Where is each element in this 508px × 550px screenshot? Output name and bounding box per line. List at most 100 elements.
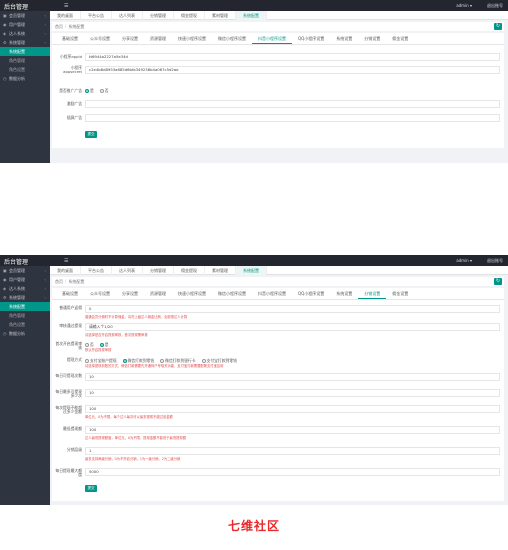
config-tab[interactable]: 公众号设置 (84, 288, 116, 299)
page-tab[interactable]: 素材管理 (205, 11, 236, 20)
config-tab[interactable]: 资源管理 (144, 33, 172, 44)
page-tabs: 我的桌面 平台公告 达人列表 分销管理 佣金提现 素材管理 系统配置 (50, 11, 508, 20)
sidebar-item-icon: ◉ (3, 22, 7, 27)
sidebar-item[interactable]: ▣ 会员管理 ‹ (0, 11, 50, 20)
sidebar-item[interactable]: ◈ 达人系统 ‹ (0, 284, 50, 293)
config-tab[interactable]: 抖音小程序设置 (252, 33, 292, 44)
form-input[interactable]: 10 (85, 373, 500, 381)
refresh-icon[interactable]: ↻ (494, 23, 502, 30)
config-tab[interactable]: 系统设置 (330, 288, 358, 299)
form-input[interactable]: 100 (85, 426, 500, 434)
page-tab[interactable]: 系统配置 (236, 266, 267, 275)
sidebar-item[interactable]: ⚙ 系统管理 ‹ (0, 38, 50, 47)
config-tab[interactable]: 微信小程序设置 (212, 288, 252, 299)
page-tab[interactable]: 分销管理 (143, 11, 174, 20)
page-tab[interactable]: 达人列表 (112, 266, 143, 275)
form-input[interactable]: 10 (85, 389, 500, 397)
sidebar-item[interactable]: 角色设置 (0, 65, 50, 74)
page-tab[interactable]: 平台公告 (81, 266, 112, 275)
page-tab[interactable]: 分销管理 (143, 266, 174, 275)
sidebar-item[interactable]: 角色设置 (0, 320, 50, 329)
sidebar-item-label: 用户管理 (9, 21, 25, 27)
config-tab[interactable]: 佣金设置 (386, 288, 414, 299)
page-tab[interactable]: 素材管理 (205, 266, 236, 275)
watermark: 七维社区 (227, 519, 280, 533)
chevron-icon: ‹ (44, 22, 46, 27)
breadcrumb-separator: / (65, 24, 67, 29)
sidebar-item[interactable]: ◉ 用户管理 ‹ (0, 275, 50, 284)
config-tab[interactable]: 资源管理 (144, 288, 172, 299)
config-tab[interactable]: QQ小程序设置 (292, 33, 330, 44)
page-tab[interactable]: 我的桌面 (50, 11, 81, 20)
breadcrumb-home[interactable]: 首页 (55, 279, 63, 285)
sidebar-item-icon: ◉ (3, 277, 7, 282)
config-tab[interactable]: 基础设置 (56, 33, 84, 44)
chevron-icon: ‹ (44, 13, 46, 18)
page-tab[interactable]: 平台公告 (81, 11, 112, 20)
config-tab[interactable]: 基础设置 (56, 288, 84, 299)
submit-button[interactable]: 提交 (85, 485, 97, 492)
form-input[interactable]: 0 (85, 305, 500, 313)
radio-yes[interactable]: 是 (85, 88, 94, 94)
sidebar-item[interactable]: ◷ 数据分析 (0, 329, 50, 338)
page-tab[interactable]: 佣金提现 (174, 11, 205, 20)
interstitial-ad-input[interactable] (85, 114, 500, 122)
menu-toggle-icon[interactable]: ☰ (64, 3, 68, 9)
config-tab[interactable]: 分销设置 (358, 288, 387, 299)
appsecret-input[interactable]: c2e4b8d8953a685d6bfa349238b4a067c5d2ae (85, 66, 500, 74)
breadcrumb-home[interactable]: 首页 (55, 24, 63, 30)
appid-input[interactable]: tt6944a2227a5e34d (85, 53, 500, 61)
logout-link[interactable]: 退出账号 (487, 258, 503, 264)
field-label: 提现方式 (66, 357, 82, 362)
config-tab[interactable]: 系统设置 (330, 33, 358, 44)
form-input[interactable]: 5000 (85, 468, 500, 476)
config-tab[interactable]: 微信小程序设置 (212, 33, 252, 44)
sidebar-item[interactable]: ◉ 用户管理 ‹ (0, 20, 50, 29)
field-label: 首次开启提现审核 (55, 341, 82, 350)
radio-no[interactable]: 否 (99, 88, 109, 94)
config-tab[interactable]: 抖音小程序设置 (252, 288, 292, 299)
config-tab[interactable]: 佣金设置 (386, 33, 414, 44)
top-bar: 后台管理 ☰ admin ▾ 退出账号 (0, 0, 508, 11)
reward-ad-input[interactable] (85, 100, 500, 108)
config-tab[interactable]: 公众号设置 (84, 33, 116, 44)
form-input[interactable]: 100 (85, 405, 500, 413)
sidebar-item[interactable]: ◈ 达人系统 ‹ (0, 29, 50, 38)
config-tab[interactable]: 分享设置 (116, 33, 144, 44)
breadcrumb: 首页 / 系统配置 ↻ (52, 22, 504, 31)
sidebar-item[interactable]: 系统配置 (0, 302, 50, 311)
config-tab[interactable]: QQ小程序设置 (292, 288, 330, 299)
page-tab[interactable]: 系统配置 (236, 11, 267, 20)
sidebar-item[interactable]: 角色管理 (0, 56, 50, 65)
app-title: 后台管理 (4, 259, 29, 266)
config-tab[interactable]: 分享设置 (116, 288, 144, 299)
user-menu[interactable]: admin ▾ (456, 258, 472, 263)
sidebar-item-label: 角色设置 (9, 66, 25, 72)
help-text: 最多支持两级分销，0为不开启分销，1为一级分销，2为二级分销 (85, 457, 181, 461)
chevron-icon: ‹ (44, 268, 46, 273)
config-tab[interactable]: 分销设置 (358, 33, 386, 44)
config-tab[interactable]: 快速小程序设置 (172, 33, 212, 44)
breadcrumb-current: 系统配置 (68, 278, 85, 284)
sidebar-item[interactable]: 角色管理 (0, 311, 50, 320)
menu-toggle-icon[interactable]: ☰ (64, 258, 68, 264)
refresh-icon[interactable]: ↻ (494, 278, 502, 285)
logout-link[interactable]: 退出账号 (487, 3, 503, 9)
sidebar-item[interactable]: 系统配置 (0, 47, 50, 56)
user-menu[interactable]: admin ▾ (456, 3, 472, 8)
field-label: 普通用户返佣 (59, 305, 82, 310)
field-label: 每日最多可提现多少次 (55, 389, 82, 398)
sidebar-item-label: 数据分析 (9, 330, 25, 336)
page-tab[interactable]: 我的桌面 (50, 266, 81, 275)
submit-button[interactable]: 提交 (85, 131, 97, 138)
form-input[interactable]: 1 (85, 447, 500, 455)
sidebar-item[interactable]: ▣ 会员管理 ‹ (0, 266, 50, 275)
sidebar-item[interactable]: ⚙ 系统管理 ‹ (0, 293, 50, 302)
form-input[interactable]: 请输入个1/20 (85, 323, 500, 331)
sidebar-item[interactable]: ◷ 数据分析 (0, 74, 50, 83)
page-tab[interactable]: 达人列表 (112, 11, 143, 20)
top-bar: 后台管理 ☰ admin ▾ 退出账号 (0, 255, 508, 266)
page-tab[interactable]: 佣金提现 (174, 266, 205, 275)
config-tab[interactable]: 快速小程序设置 (172, 288, 212, 299)
screenshot-bottom: 后台管理 ☰ admin ▾ 退出账号 ▣ 会员管理 ‹ ◉ 用户管理 ‹ ◈ 达人系统 ‹ ⚙ 系… (0, 255, 508, 505)
